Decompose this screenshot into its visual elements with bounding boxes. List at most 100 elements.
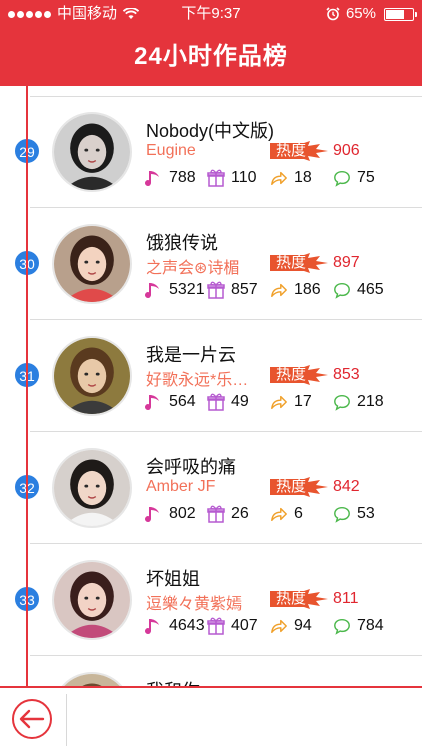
share-count: 18 xyxy=(270,168,312,188)
gift-icon xyxy=(207,393,225,411)
comment-count-value: 218 xyxy=(357,393,384,410)
share-icon xyxy=(271,507,287,522)
heat-label: 热度 xyxy=(276,366,307,383)
share-icon xyxy=(271,619,287,634)
music-note-icon xyxy=(145,395,159,411)
avatar-image xyxy=(54,114,130,190)
timeline-line xyxy=(26,86,28,686)
comment-icon xyxy=(334,282,350,299)
heat-value: 811 xyxy=(333,590,359,607)
list-item[interactable]: 32会呼吸的痛Amber JF热度84280226653 xyxy=(0,432,422,544)
avatar-image xyxy=(54,338,130,414)
divider xyxy=(66,694,67,746)
avatar-image xyxy=(54,226,130,302)
play-count: 4643 xyxy=(145,616,205,636)
play-count-value: 802 xyxy=(169,505,196,522)
song-title: 坏姐姐 xyxy=(146,569,200,589)
comment-count: 465 xyxy=(333,280,384,300)
back-arrow-icon xyxy=(19,709,45,729)
share-icon xyxy=(271,283,287,298)
song-title: 我和你 xyxy=(146,677,200,686)
heat-value: 853 xyxy=(333,366,360,383)
gift-count-value: 407 xyxy=(231,617,258,634)
share-count: 17 xyxy=(270,392,312,412)
page-title: 24小时作品榜 xyxy=(134,43,288,70)
share-count-value: 94 xyxy=(294,617,312,634)
artist-name[interactable]: 之声会⊛诗楣 xyxy=(146,254,266,278)
comment-count: 75 xyxy=(333,168,375,188)
heat-tag: 热度 xyxy=(270,253,328,273)
list-item[interactable]: 31我是一片云好歌永远*乐…热度8535644917218 xyxy=(0,320,422,432)
heat-label: 热度 xyxy=(276,478,307,495)
play-count-value: 5321 xyxy=(169,281,205,298)
play-count: 788 xyxy=(145,168,196,188)
heat-label: 热度 xyxy=(276,142,307,159)
music-note-icon xyxy=(145,171,159,187)
share-count-value: 6 xyxy=(294,505,303,522)
heat-tag: 热度 xyxy=(270,141,328,161)
gift-count: 26 xyxy=(207,504,249,524)
gift-count: 110 xyxy=(207,168,257,188)
share-count: 94 xyxy=(270,616,312,636)
heat-tag: 热度 xyxy=(270,477,328,497)
share-count-value: 17 xyxy=(294,393,312,410)
gift-count-value: 110 xyxy=(231,169,257,186)
avatar[interactable] xyxy=(52,560,132,640)
play-count: 5321 xyxy=(145,280,205,300)
list-item[interactable]: 33坏姐姐逗樂々黄紫嫣热度811464340794784 xyxy=(0,544,422,656)
gift-icon xyxy=(207,281,225,299)
comment-icon xyxy=(334,394,350,411)
list-item[interactable]: 29Nobody(中文版)Eugine热度9067881101875 xyxy=(0,96,422,208)
comment-count-value: 784 xyxy=(357,617,384,634)
song-title: 会呼吸的痛 xyxy=(146,457,236,477)
avatar-image xyxy=(54,562,130,638)
list-item[interactable]: 我和你 xyxy=(0,656,422,686)
artist-name[interactable]: Eugine xyxy=(146,142,266,160)
comment-count-value: 53 xyxy=(357,505,375,522)
gift-icon xyxy=(207,169,225,187)
battery-level xyxy=(386,9,405,19)
song-title: Nobody(中文版) xyxy=(146,121,275,141)
artist-name[interactable]: Amber JF xyxy=(146,478,266,496)
avatar[interactable] xyxy=(52,112,132,192)
gift-icon xyxy=(207,505,225,523)
share-count: 186 xyxy=(270,280,321,300)
artist-name[interactable]: 逗樂々黄紫嫣 xyxy=(146,590,266,614)
back-button[interactable] xyxy=(12,699,52,739)
music-note-icon xyxy=(145,283,159,299)
bottom-toolbar xyxy=(0,686,422,750)
gift-count-value: 26 xyxy=(231,505,249,522)
ranking-list[interactable]: 29Nobody(中文版)Eugine热度906788110187530饿狼传说… xyxy=(0,86,422,686)
comment-icon xyxy=(334,506,350,523)
heat-tag: 热度 xyxy=(270,589,328,609)
avatar-image xyxy=(54,450,130,526)
play-count: 564 xyxy=(145,392,196,412)
alarm-icon xyxy=(326,7,340,21)
heat-label: 热度 xyxy=(276,590,307,607)
avatar[interactable] xyxy=(52,224,132,304)
gift-count: 407 xyxy=(207,616,258,636)
avatar[interactable] xyxy=(52,448,132,528)
heat-label: 热度 xyxy=(276,254,307,271)
artist-name[interactable]: 好歌永远*乐… xyxy=(146,366,266,390)
music-note-icon xyxy=(145,619,159,635)
music-note-icon xyxy=(145,507,159,523)
play-count-value: 788 xyxy=(169,169,196,186)
song-title: 我是一片云 xyxy=(146,345,236,365)
app-header: 中国移动 下午9:37 65% 24小时作品榜 xyxy=(0,0,422,86)
gift-count-value: 49 xyxy=(231,393,249,410)
play-count-value: 564 xyxy=(169,393,196,410)
comment-count: 218 xyxy=(333,392,384,412)
comment-count: 784 xyxy=(333,616,384,636)
share-count-value: 186 xyxy=(294,281,321,298)
comment-count-value: 75 xyxy=(357,169,375,186)
play-count: 802 xyxy=(145,504,196,524)
play-count-value: 4643 xyxy=(169,617,205,634)
gift-icon xyxy=(207,617,225,635)
gift-count-value: 857 xyxy=(231,281,258,298)
list-item[interactable]: 30饿狼传说之声会⊛诗楣热度8975321857186465 xyxy=(0,208,422,320)
avatar[interactable] xyxy=(52,336,132,416)
battery-icon xyxy=(384,7,417,21)
share-count: 6 xyxy=(270,504,303,524)
avatar[interactable] xyxy=(52,672,132,686)
